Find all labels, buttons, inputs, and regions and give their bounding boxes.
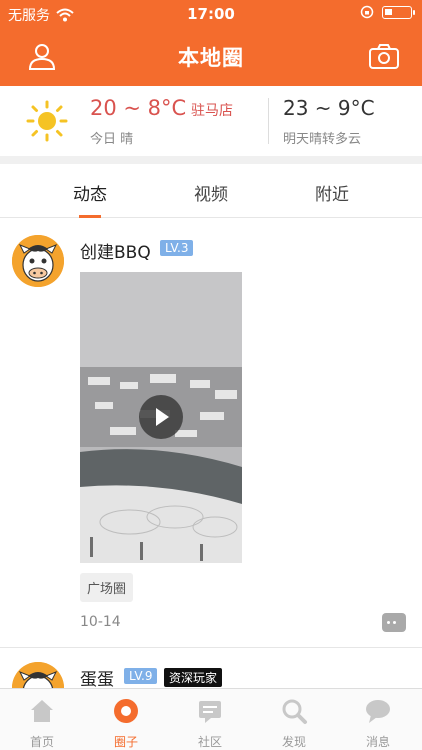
search-icon xyxy=(282,699,307,724)
location-label: 驻马店 xyxy=(191,103,233,119)
tomorrow-temperature: 23 ~ 9°C xyxy=(283,96,375,120)
nav-community[interactable]: 社区 xyxy=(180,697,240,750)
section-gap xyxy=(0,156,422,164)
weather-panel[interactable]: 20 ~ 8°C 驻马店 今日 晴 23 ~ 9°C 明天晴转多云 xyxy=(0,86,422,156)
post-divider xyxy=(0,647,422,648)
page-title: 本地圈 xyxy=(178,46,244,70)
tab-bar: 动态 视频 附近 xyxy=(0,164,422,218)
top-bar: 无服务 17:00 本地圈 xyxy=(0,0,422,86)
more-options-icon[interactable] xyxy=(382,613,406,632)
status-time: 17:00 xyxy=(187,5,235,23)
tomorrow-description: 明天晴转多云 xyxy=(283,132,362,147)
nav-messages-label: 消息 xyxy=(365,735,390,749)
nav-home-label: 首页 xyxy=(29,735,54,749)
level-badge: LV.9 xyxy=(124,668,158,684)
bottom-nav: 首页 圈子 社区 发现 消息 xyxy=(0,688,422,750)
tab-nearby[interactable]: 附近 xyxy=(292,180,372,205)
weather-divider xyxy=(268,98,269,144)
post-username[interactable]: 蛋蛋 xyxy=(80,665,114,690)
rotation-lock-icon xyxy=(360,5,374,19)
avatar[interactable] xyxy=(12,235,64,287)
nav-circle[interactable]: 圈子 xyxy=(96,697,156,750)
community-icon xyxy=(199,701,221,723)
circle-icon xyxy=(114,699,138,723)
nav-discover-label: 发现 xyxy=(281,735,306,749)
sun-icon xyxy=(26,100,68,142)
tab-dynamics[interactable]: 动态 xyxy=(50,180,130,205)
video-thumbnail[interactable] xyxy=(80,272,242,563)
tab-video[interactable]: 视频 xyxy=(171,180,251,205)
title-badge: 资深玩家 xyxy=(164,668,223,687)
nav-circle-label: 圈子 xyxy=(113,735,138,749)
battery-icon xyxy=(382,5,415,19)
today-description: 今日 晴 xyxy=(90,132,134,147)
today-temperature: 20 ~ 8°C xyxy=(90,96,187,120)
nav-home[interactable]: 首页 xyxy=(12,697,72,750)
app-header: 本地圈 xyxy=(0,28,422,86)
status-right xyxy=(360,5,415,19)
home-icon xyxy=(31,700,53,722)
nav-discover[interactable]: 发现 xyxy=(264,697,324,750)
camera-icon[interactable] xyxy=(368,42,400,70)
level-badge: LV.3 xyxy=(160,240,194,256)
active-tab-indicator xyxy=(79,215,101,218)
play-icon[interactable] xyxy=(139,395,183,439)
nav-messages[interactable]: 消息 xyxy=(348,697,408,750)
status-bar: 无服务 17:00 xyxy=(0,0,422,28)
message-icon xyxy=(366,700,390,723)
nav-community-label: 社区 xyxy=(197,735,222,749)
cow-mascot-icon xyxy=(12,235,64,287)
post-username[interactable]: 创建BBQ xyxy=(80,238,151,263)
post-date: 10-14 xyxy=(80,614,121,630)
circle-tag[interactable]: 广场圈 xyxy=(80,573,134,602)
